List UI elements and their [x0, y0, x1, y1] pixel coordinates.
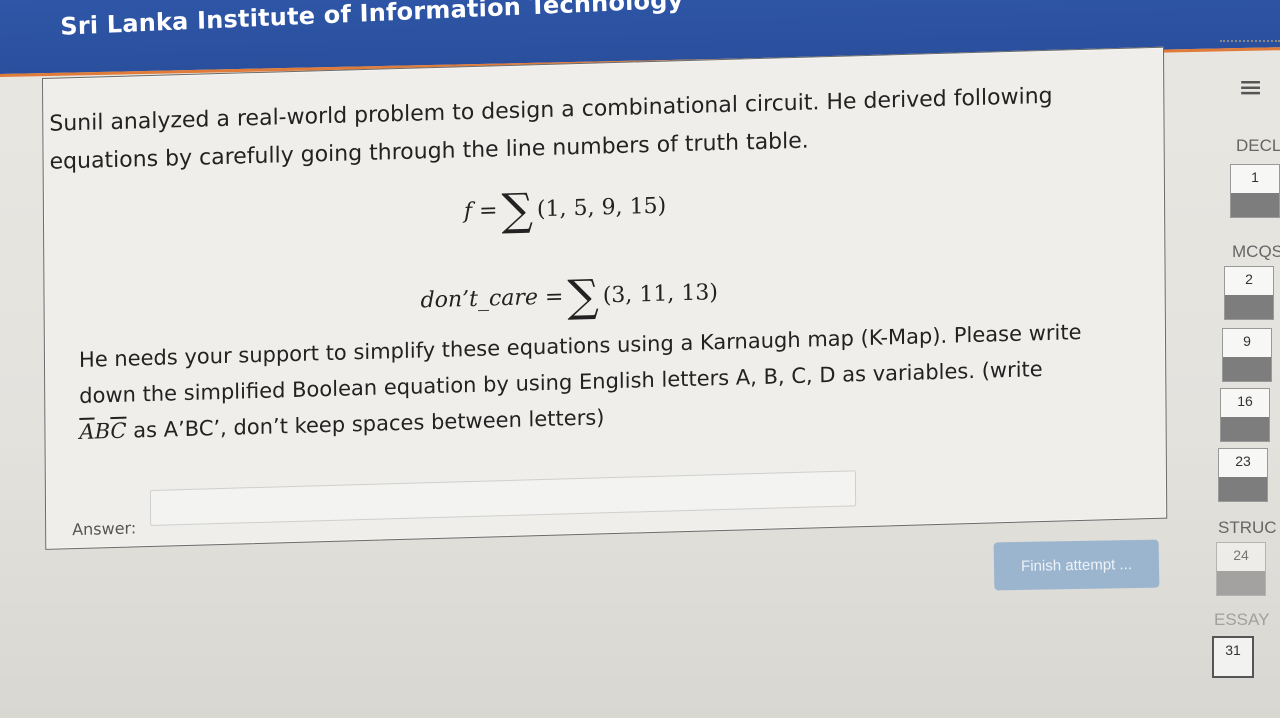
- nav-question-number: 16: [1237, 393, 1253, 409]
- example-a-bar: A: [79, 419, 95, 444]
- nav-question-number: 24: [1233, 547, 1249, 563]
- section-label-essay: ESSAY: [1214, 610, 1270, 629]
- quiz-navigation: ≡ DECL 1 MCQS 2 9 16 23 STRUC 24 ESSAY 3…: [1210, 60, 1280, 718]
- equation-dont-care: don’t_care =∑ (3, 11, 13): [420, 270, 718, 323]
- section-label-decl: DECL: [1236, 136, 1280, 155]
- nav-question-16[interactable]: 16: [1220, 388, 1270, 442]
- nav-question-9[interactable]: 9: [1222, 328, 1272, 382]
- equation-dc-lhs: don’t_care =: [420, 284, 564, 314]
- nav-question-number: 2: [1245, 271, 1253, 287]
- equation-dc-terms: (3, 11, 13): [602, 280, 718, 309]
- example-c-bar: C: [110, 418, 127, 444]
- nav-question-1[interactable]: 1: [1230, 164, 1280, 218]
- equation-f-terms: (1, 5, 9, 15): [536, 193, 667, 223]
- example-b: B: [94, 419, 111, 444]
- sigma-icon: ∑: [501, 184, 534, 237]
- nav-question-23[interactable]: 23: [1218, 448, 1268, 502]
- sigma-icon: ∑: [567, 270, 599, 323]
- equation-f: f =∑ (1, 5, 9, 15): [463, 184, 667, 237]
- section-label-mcqs: MCQS: [1232, 242, 1280, 261]
- nav-question-2[interactable]: 2: [1224, 266, 1274, 320]
- finish-attempt-button[interactable]: Finish attempt ...: [993, 539, 1160, 591]
- instruction-line-3-rest: as A’BC’, don’t keep spaces between lett…: [126, 405, 605, 443]
- nav-question-number: 23: [1235, 453, 1251, 469]
- nav-question-number: 9: [1243, 333, 1251, 349]
- answer-label: Answer:: [72, 518, 137, 540]
- question-card: Sunil analyzed a real-world problem to d…: [42, 46, 1168, 550]
- nav-question-31[interactable]: 31: [1212, 636, 1254, 678]
- nav-question-24[interactable]: 24: [1216, 542, 1266, 596]
- nav-question-number: 1: [1251, 169, 1259, 185]
- divider: [1220, 40, 1280, 42]
- question-text: Sunil analyzed a real-world problem to d…: [43, 48, 1166, 549]
- institution-title: Sri Lanka Institute of Information Techn…: [60, 0, 684, 41]
- section-label-struc: STRUC: [1218, 518, 1277, 537]
- equation-f-lhs: f =: [463, 198, 498, 225]
- nav-question-number: 31: [1225, 642, 1241, 658]
- menu-icon[interactable]: ≡: [1238, 70, 1263, 105]
- answer-input[interactable]: [149, 470, 857, 526]
